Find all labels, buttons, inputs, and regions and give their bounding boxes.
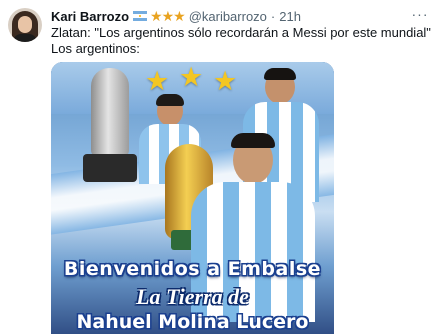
argentina-flag-icon	[133, 11, 148, 21]
avatar-shirt	[13, 34, 37, 42]
banner-text-line: La Tierra de	[136, 284, 249, 309]
tweet-text-line: Zlatan: "Los argentinos sólo recordarán …	[51, 25, 431, 40]
tweet-text-line: Los argentinos:	[51, 41, 140, 56]
banner-text-line: Bienvenidos a Embalse	[63, 258, 322, 280]
star-icon: ★	[145, 66, 170, 96]
banner-text-line: Nahuel Molina Lucero	[76, 311, 309, 333]
star-icon: ★	[179, 62, 204, 92]
separator-dot: ·	[270, 8, 276, 24]
tweet-timestamp[interactable]: 21h	[279, 9, 301, 24]
copa-america-trophy-icon	[91, 68, 129, 158]
more-options-icon[interactable]: ···	[410, 7, 430, 25]
avatar[interactable]	[8, 8, 42, 42]
trophy-base	[83, 154, 137, 182]
tweet-card[interactable]: Kari Barrozo ★★★ @karibarrozo · 21h ··· …	[0, 0, 440, 334]
author-handle[interactable]: @karibarrozo	[189, 9, 267, 24]
star-icon: ★	[213, 66, 238, 96]
tweet-header: Kari Barrozo ★★★ @karibarrozo · 21h	[51, 7, 301, 25]
avatar-face	[18, 16, 32, 33]
stars-icon: ★★★	[150, 7, 186, 24]
tweet-media-image[interactable]: ★ ★ ★ Bienvenidos a Embalse La Tierra de…	[51, 62, 334, 334]
author-name[interactable]: Kari Barrozo	[51, 9, 129, 24]
